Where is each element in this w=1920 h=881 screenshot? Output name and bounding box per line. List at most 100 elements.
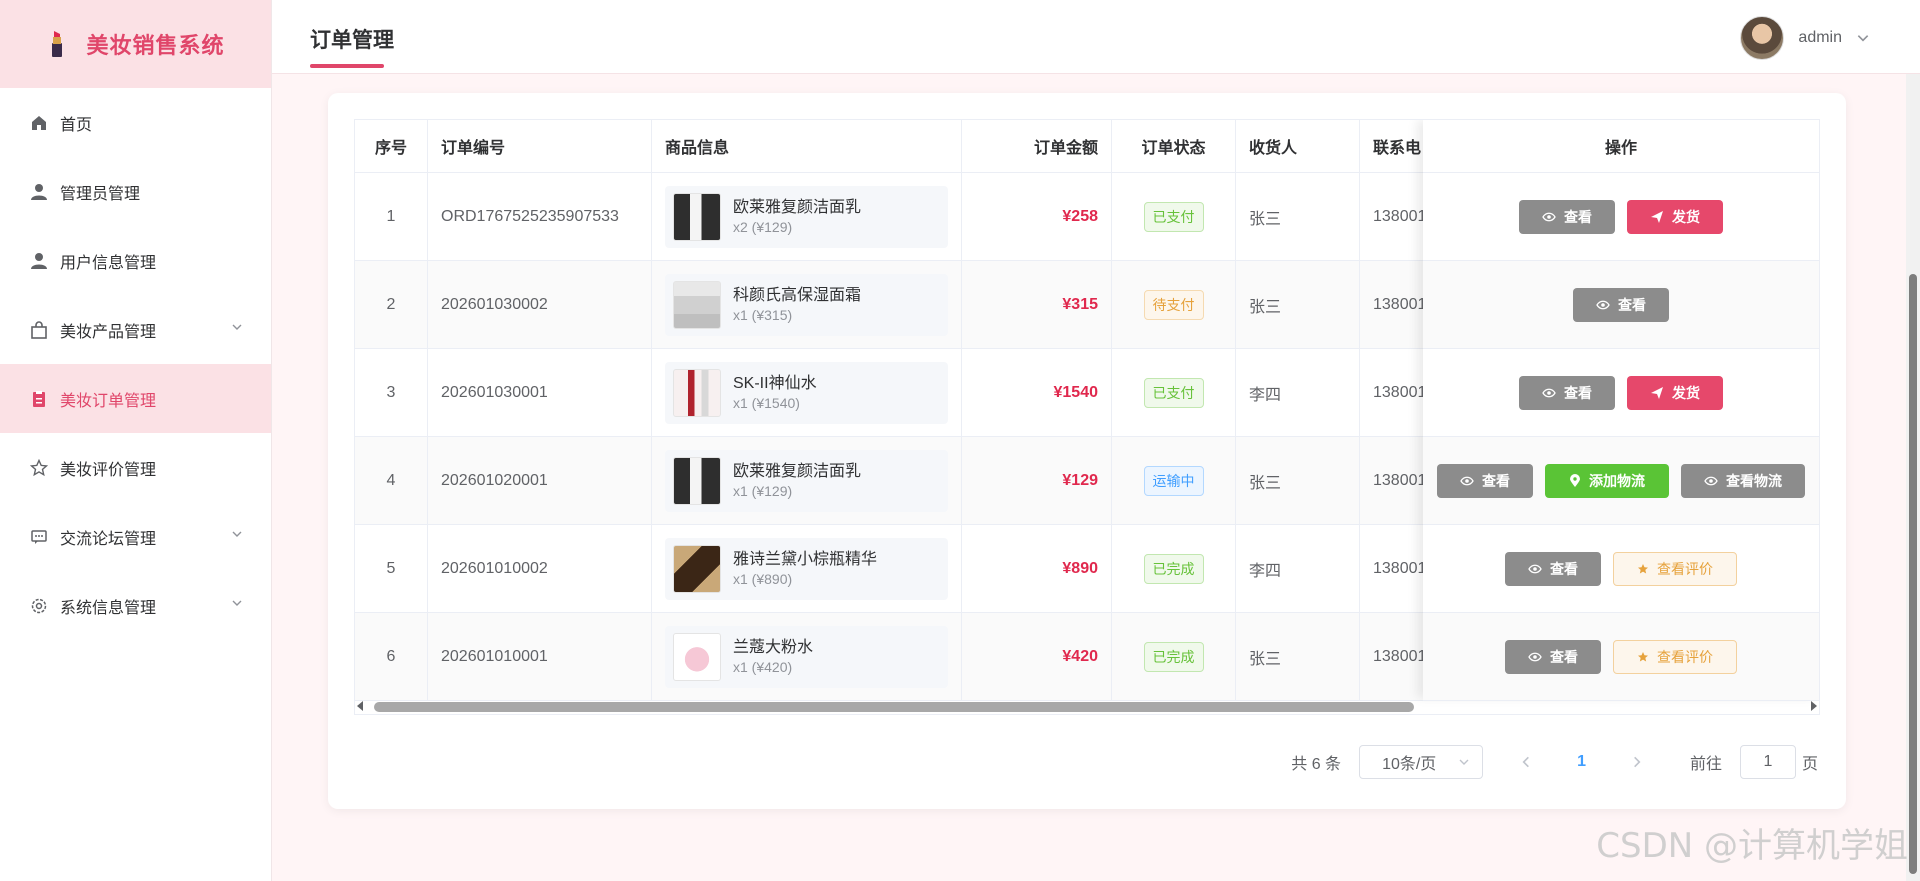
- cell-index: 2: [355, 261, 428, 348]
- add-logistics-button[interactable]: 添加物流: [1545, 463, 1669, 498]
- cell-status: 已支付: [1112, 173, 1236, 260]
- shopping-bag-icon: [28, 319, 50, 341]
- clipboard-icon: [28, 388, 50, 410]
- pagination-total: 共 6 条: [1291, 756, 1342, 773]
- chevron-down-icon: [232, 324, 242, 330]
- avatar[interactable]: [1740, 16, 1785, 60]
- order-amount: ¥890: [1062, 559, 1098, 577]
- eye-icon: [1542, 388, 1556, 397]
- scrollbar-thumb[interactable]: [374, 702, 1414, 712]
- eye-icon: [1528, 564, 1542, 573]
- sidebar-item-admin[interactable]: 管理员管理: [0, 157, 271, 226]
- cell-receiver: 张三: [1236, 437, 1360, 524]
- scroll-right-icon[interactable]: [1810, 701, 1818, 711]
- button-label: 查看评价: [1657, 560, 1713, 577]
- cell-product: SK-II神仙水 x1 (¥1540): [652, 349, 962, 436]
- button-label: 查看评价: [1657, 648, 1713, 665]
- user-menu[interactable]: admin: [1740, 16, 1870, 60]
- sidebar-item-label: 首页: [60, 116, 93, 134]
- sidebar-item-label: 交流论坛管理: [60, 530, 157, 548]
- scrollbar-thumb[interactable]: [1909, 274, 1917, 874]
- chevron-down-icon[interactable]: [1856, 31, 1870, 45]
- location-pin-icon: [1570, 473, 1580, 487]
- vertical-scrollbar[interactable]: [1906, 74, 1920, 881]
- view-review-button[interactable]: 查看评价: [1613, 639, 1737, 674]
- eye-icon: [1704, 476, 1718, 485]
- star-icon: [28, 457, 50, 479]
- product-thumbnail: [673, 192, 721, 241]
- view-review-button[interactable]: 查看评价: [1613, 551, 1737, 586]
- page-number[interactable]: 1: [1551, 753, 1612, 771]
- product-name: SK-II神仙水: [733, 374, 817, 392]
- button-label: 查看: [1550, 560, 1578, 577]
- col-header-index: 序号: [355, 120, 428, 172]
- view-button[interactable]: 查看: [1437, 463, 1533, 498]
- next-page-icon[interactable]: [1630, 755, 1644, 769]
- row-actions: 查看 发货: [1423, 173, 1819, 261]
- product-qty: x1 (¥890): [733, 570, 793, 587]
- cell-amount: ¥890: [962, 525, 1112, 612]
- eye-icon: [1528, 652, 1542, 661]
- sidebar-item-forum[interactable]: 交流论坛管理: [0, 502, 271, 571]
- product-thumbnail: [673, 632, 721, 681]
- view-logistics-button[interactable]: 查看物流: [1681, 463, 1805, 498]
- lipstick-icon: [52, 31, 63, 57]
- cell-receiver: 李四: [1236, 349, 1360, 436]
- ship-button[interactable]: 发货: [1627, 199, 1723, 234]
- button-label: 查看: [1550, 648, 1578, 665]
- row-actions: 查看 发货: [1423, 349, 1819, 437]
- view-button[interactable]: 查看: [1505, 639, 1601, 674]
- cell-status: 已完成: [1112, 525, 1236, 612]
- title-underline: [310, 64, 384, 68]
- sidebar-item-users[interactable]: 用户信息管理: [0, 226, 271, 295]
- view-button[interactable]: 查看: [1505, 551, 1601, 586]
- send-icon: [1651, 210, 1663, 223]
- status-badge: 待支付: [1143, 289, 1204, 320]
- horizontal-scrollbar[interactable]: [354, 697, 1820, 715]
- user-name[interactable]: admin: [1798, 29, 1842, 47]
- view-button[interactable]: 查看: [1519, 199, 1615, 234]
- sidebar-item-label: 管理员管理: [60, 185, 141, 203]
- cell-index: 6: [355, 613, 428, 700]
- user-icon: [28, 181, 50, 203]
- sidebar-item-home[interactable]: 首页: [0, 88, 271, 157]
- col-header-amount: 订单金额: [962, 120, 1112, 172]
- sidebar-item-label: 用户信息管理: [60, 254, 157, 272]
- product-thumbnail: [673, 544, 721, 593]
- top-header: 订单管理 admin: [272, 0, 1920, 74]
- app-logo[interactable]: 美妆销售系统: [0, 0, 271, 88]
- view-button[interactable]: 查看: [1573, 287, 1669, 322]
- chat-icon: [28, 526, 50, 548]
- cell-product: 科颜氏高保湿面霜 x1 (¥315): [652, 261, 962, 348]
- product-thumbnail: [673, 368, 721, 417]
- page-unit-label: 页: [1801, 756, 1818, 773]
- watermark: CSDN @计算机学姐: [1596, 826, 1908, 866]
- sidebar-item-system[interactable]: 系统信息管理: [0, 571, 271, 640]
- status-badge: 已支付: [1143, 201, 1204, 232]
- product-info: 雅诗兰黛小棕瓶精华 x1 (¥890): [665, 537, 948, 600]
- cell-status: 已支付: [1112, 349, 1236, 436]
- cell-receiver: 李四: [1236, 525, 1360, 612]
- ship-button[interactable]: 发货: [1627, 375, 1723, 410]
- product-qty: x1 (¥420): [733, 658, 793, 675]
- sidebar-item-products[interactable]: 美妆产品管理: [0, 295, 271, 364]
- home-icon: [28, 112, 50, 134]
- eye-icon: [1460, 476, 1474, 485]
- product-qty: x2 (¥129): [733, 218, 793, 235]
- star-icon: [1638, 651, 1648, 661]
- page-size-select[interactable]: 10条/页: [1359, 745, 1484, 779]
- sidebar-item-orders[interactable]: 美妆订单管理: [0, 364, 271, 433]
- scroll-left-icon[interactable]: [356, 701, 364, 711]
- col-header-status: 订单状态: [1112, 120, 1236, 172]
- product-info: 兰蔻大粉水 x1 (¥420): [665, 625, 948, 688]
- view-button[interactable]: 查看: [1519, 375, 1615, 410]
- sidebar-item-reviews[interactable]: 美妆评价管理: [0, 433, 271, 502]
- prev-page-icon[interactable]: [1519, 755, 1533, 769]
- sidebar-item-label: 美妆订单管理: [60, 392, 157, 410]
- order-amount: ¥315: [1062, 295, 1098, 313]
- button-label: 查看: [1618, 296, 1646, 313]
- button-label: 查看: [1564, 384, 1592, 401]
- cell-status: 待支付: [1112, 261, 1236, 348]
- cell-product: 兰蔻大粉水 x1 (¥420): [652, 613, 962, 700]
- goto-page-input[interactable]: 1: [1739, 745, 1796, 779]
